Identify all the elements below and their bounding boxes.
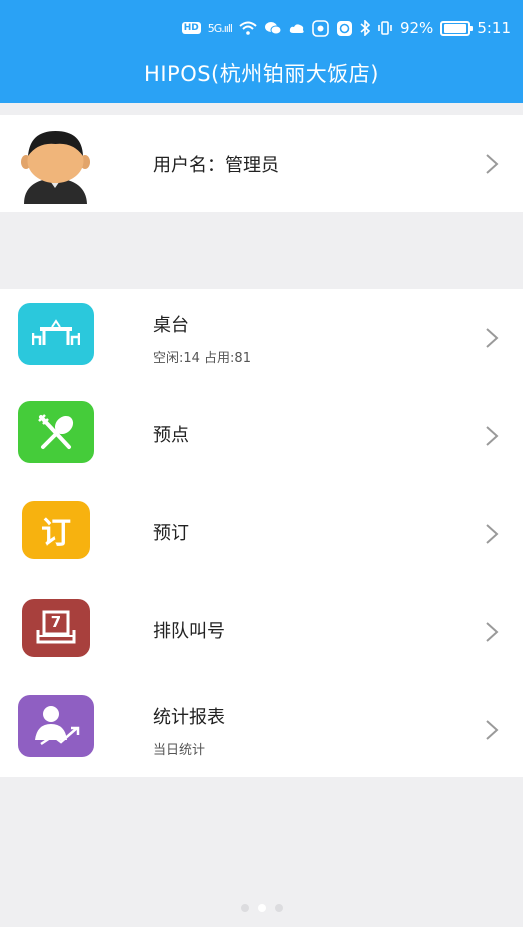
menu-item-label: 桌台 [153,315,189,336]
bluetooth-icon [360,20,370,36]
vibrate-icon [377,20,393,36]
user-profile-row[interactable]: 用户名：管理员 [0,115,523,212]
battery-percent: 92% [399,19,434,37]
cloud-icon [289,22,305,34]
page-dot[interactable] [240,904,249,912]
page-indicator [0,904,523,912]
menu-item-label: 预点 [153,425,189,446]
chevron-right-icon [486,328,499,348]
fork-spoon-icon [18,401,94,463]
menu-item-tables[interactable]: 桌台 空闲:14 占用:81 [0,289,523,387]
menu-item-preorder[interactable]: 预点 [0,387,523,485]
chevron-right-icon [486,622,499,642]
battery-icon [440,20,474,36]
report-sub-text: 当日统计 [153,743,206,758]
table-status-text: 空闲:14 占用:81 [153,351,251,366]
reserve-icon-glyph: 订 [41,516,71,551]
chevron-right-icon [486,524,499,544]
menu-item-reports[interactable]: 统计报表 当日统计 [0,681,523,779]
page-dot[interactable] [274,904,283,912]
page-dot[interactable] [257,904,266,912]
menu-item-queue[interactable]: 7 排队叫号 [0,583,523,681]
chevron-right-icon [486,154,499,174]
clock: 5:11 [477,19,511,37]
page-title: HIPOS(杭州铂丽大饭店) [144,62,379,86]
menu-item-label: 统计报表 [153,707,225,728]
menu-item-reservation[interactable]: 订 预订 [0,485,523,583]
table-icon [18,303,94,365]
chevron-right-icon [486,426,499,446]
menu-item-label: 排队叫号 [153,621,225,642]
browser-icon [336,20,353,37]
top-bar: HD 5G.ııll 92% 5:11 HIPOS(杭州铂丽大饭店) [0,0,523,103]
status-bar: HD 5G.ııll 92% 5:11 [181,14,511,42]
wechat-icon [264,21,282,35]
username-label: 用户名：管理员 [153,155,279,176]
reserve-icon: 订 [22,501,90,559]
report-chart-icon [18,695,94,757]
menu-item-label: 预订 [153,523,189,544]
signal-icon: 5G.ııll [207,21,233,35]
battery-level [444,23,467,33]
queue-ticket-icon: 7 [22,599,90,657]
queue-number: 7 [50,613,62,631]
chevron-right-icon [486,720,499,740]
hd-icon: HD [181,22,201,34]
user-avatar-icon [21,131,90,204]
wifi-icon [239,21,257,35]
main-menu: 桌台 空闲:14 占用:81 预点 订 预订 7 排队叫号 统计报表 当日统计 [0,289,523,777]
app-notification-icon [312,19,329,37]
